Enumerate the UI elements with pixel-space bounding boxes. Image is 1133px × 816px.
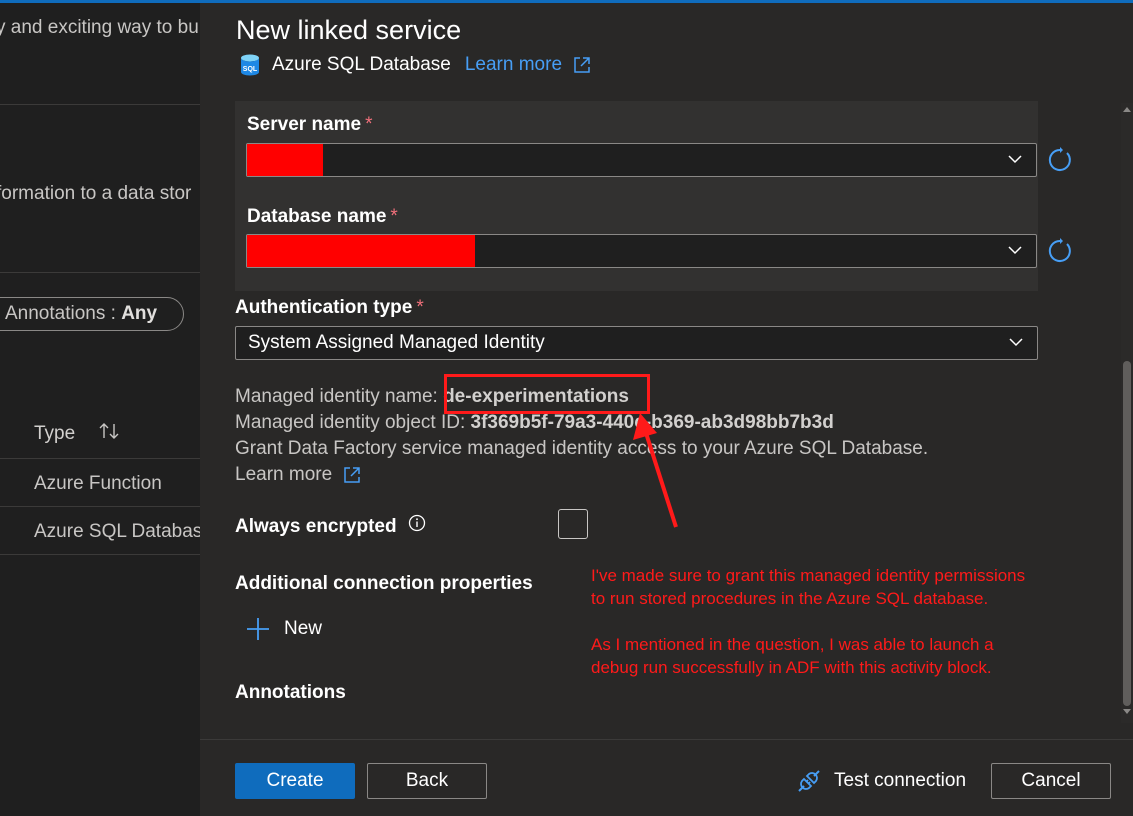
footer-divider bbox=[200, 739, 1133, 740]
learn-more-link[interactable]: Learn more bbox=[465, 54, 591, 76]
learn-more-label: Learn more bbox=[235, 464, 333, 485]
annotations-filter[interactable]: Annotations : Any bbox=[0, 297, 184, 331]
managed-identity-object-id: Managed identity object ID: 3f369b5f-79a… bbox=[235, 412, 834, 434]
back-button[interactable]: Back bbox=[367, 763, 487, 799]
annotation-note: I've made sure to grant this managed ide… bbox=[591, 566, 1026, 585]
scroll-up-arrow-icon[interactable] bbox=[1123, 107, 1131, 112]
add-connection-property-button[interactable]: New bbox=[246, 617, 322, 641]
service-type-label: Azure SQL Database bbox=[272, 54, 451, 75]
always-encrypted-checkbox[interactable] bbox=[558, 509, 588, 539]
test-connection-label: Test connection bbox=[834, 770, 967, 791]
new-label: New bbox=[284, 618, 323, 639]
panel-subtitle: SQL Azure SQL Database Learn more bbox=[240, 52, 591, 78]
redacted-database-name bbox=[247, 235, 475, 267]
annotation-note: debug run successfully in ADF with this … bbox=[591, 658, 992, 677]
authentication-type-label: Authentication type * bbox=[235, 297, 424, 318]
background-text-info: formation to a data stor bbox=[0, 183, 192, 204]
refresh-icon[interactable] bbox=[1047, 238, 1073, 264]
database-name-label: Database name * bbox=[247, 206, 398, 227]
new-linked-service-panel: New linked service SQL Azure SQL Databas… bbox=[200, 3, 1133, 816]
scroll-down-arrow-icon[interactable] bbox=[1123, 709, 1131, 714]
plus-icon bbox=[246, 617, 270, 641]
required-mark: * bbox=[416, 297, 424, 318]
chevron-down-icon bbox=[1008, 155, 1022, 164]
server-name-dropdown[interactable] bbox=[246, 143, 1037, 177]
learn-more-label: Learn more bbox=[464, 54, 563, 75]
chevron-down-icon bbox=[1009, 338, 1023, 347]
info-icon[interactable] bbox=[408, 514, 426, 538]
sql-database-icon: SQL bbox=[240, 54, 260, 76]
background-divider bbox=[0, 554, 200, 555]
server-name-label: Server name * bbox=[247, 114, 373, 135]
authentication-type-value: System Assigned Managed Identity bbox=[248, 332, 545, 353]
sort-icon[interactable] bbox=[98, 421, 122, 447]
additional-connection-properties-label: Additional connection properties bbox=[235, 573, 533, 594]
panel-title: New linked service bbox=[236, 15, 462, 45]
table-row[interactable]: Azure Function bbox=[34, 473, 162, 495]
background-divider bbox=[0, 506, 200, 507]
annotations-filter-label: Annotations : bbox=[5, 303, 122, 324]
highlight-box bbox=[444, 374, 650, 414]
type-header-label: Type bbox=[34, 423, 76, 445]
learn-more-link[interactable]: Learn more bbox=[235, 464, 361, 486]
svg-text:SQL: SQL bbox=[243, 66, 258, 73]
background-divider bbox=[0, 272, 200, 273]
external-link-icon bbox=[343, 466, 361, 484]
scrollbar-thumb[interactable] bbox=[1123, 361, 1131, 706]
required-mark: * bbox=[390, 206, 398, 227]
create-button[interactable]: Create bbox=[235, 763, 355, 799]
annotation-note: to run stored procedures in the Azure SQ… bbox=[591, 589, 989, 608]
always-encrypted-label: Always encrypted bbox=[235, 514, 426, 538]
test-connection-button[interactable]: Test connection bbox=[796, 768, 966, 794]
chevron-down-icon bbox=[1008, 246, 1022, 255]
required-mark: * bbox=[365, 114, 373, 135]
background-text-top: y and exciting way to bu bbox=[0, 17, 199, 38]
cancel-button[interactable]: Cancel bbox=[991, 763, 1111, 799]
managed-identity-object-id-value: 3f369b5f-79a3-440c-b369-ab3d98bb7b3d bbox=[470, 412, 834, 433]
annotations-filter-value: Any bbox=[121, 303, 158, 324]
database-name-dropdown[interactable] bbox=[246, 234, 1037, 268]
authentication-type-dropdown[interactable]: System Assigned Managed Identity bbox=[235, 326, 1038, 360]
annotations-label: Annotations bbox=[235, 682, 346, 703]
managed-identity-name-label: Managed identity name: bbox=[235, 386, 444, 407]
redacted-server-name bbox=[247, 144, 323, 176]
annotation-note: As I mentioned in the question, I was ab… bbox=[591, 635, 994, 654]
plug-icon bbox=[796, 768, 822, 794]
refresh-icon[interactable] bbox=[1047, 147, 1073, 173]
background-divider bbox=[0, 458, 200, 459]
panel-scrollbar[interactable] bbox=[1121, 103, 1133, 723]
external-link-icon bbox=[573, 56, 591, 74]
grant-access-text: Grant Data Factory service managed ident… bbox=[235, 438, 929, 459]
type-column-header[interactable]: Type bbox=[34, 421, 122, 447]
managed-identity-object-id-label: Managed identity object ID: bbox=[235, 412, 471, 433]
background-page: y and exciting way to bu formation to a … bbox=[0, 3, 200, 816]
table-row[interactable]: Azure SQL Databas bbox=[34, 521, 200, 543]
background-divider bbox=[0, 104, 200, 105]
